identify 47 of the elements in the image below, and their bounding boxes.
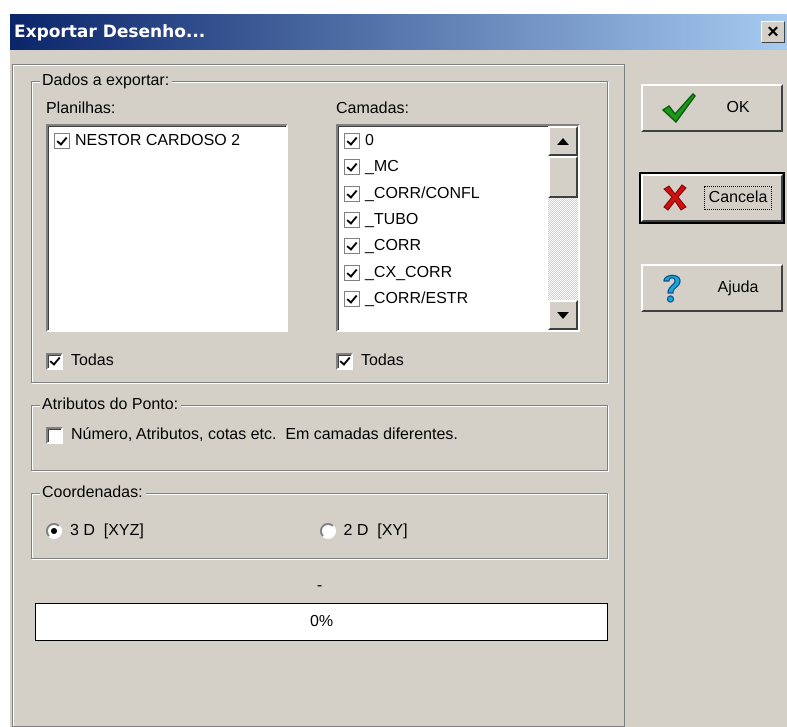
checkbox-label: _MC: [365, 158, 399, 176]
checkbox-label: 0: [365, 132, 374, 150]
radio-label: 2 D [XY]: [344, 522, 408, 540]
cancel-button[interactable]: Cancela: [641, 174, 783, 222]
checkbox[interactable]: [344, 133, 360, 150]
checkbox-label: Todas: [71, 352, 114, 370]
window-title: Exportar Desenho...: [14, 22, 206, 42]
radio-button[interactable]: [320, 523, 336, 539]
checkbox[interactable]: [46, 352, 63, 370]
list-label: Camadas:: [336, 100, 410, 118]
checkbox[interactable]: [336, 352, 353, 370]
checkbox-label: _CORR: [365, 237, 422, 256]
checkbox-label: Número, Atributos, cotas etc. Em camadas diferentes.: [71, 426, 458, 444]
scroll-thumb[interactable]: [548, 156, 578, 198]
checkbox[interactable]: [344, 238, 360, 254]
progress-text: 0%: [310, 613, 334, 631]
cross-icon: [661, 184, 689, 212]
checkbox[interactable]: [344, 159, 360, 176]
radio-button[interactable]: [46, 523, 62, 539]
checkbox-label: Todas: [361, 352, 404, 370]
down-arrow-icon: [557, 312, 569, 318]
radio-label: 3 D [XYZ]: [70, 522, 144, 540]
checkmark-icon: [661, 92, 697, 124]
checkbox[interactable]: [54, 133, 70, 150]
scroll-down-button[interactable]: [548, 300, 578, 330]
scrollbar[interactable]: [548, 126, 578, 330]
checkbox-label: _CORR/ESTR: [365, 290, 468, 308]
list-box[interactable]: 0 _MC _CORR/CONFL _TUBO _CORR _CX_CORR _CORR/ESTR: [336, 124, 580, 332]
help-button[interactable]: Ajuda: [641, 264, 783, 312]
list-label: Planilhas:: [46, 100, 116, 118]
question-mark-icon: [661, 272, 683, 304]
close-button[interactable]: ×: [761, 21, 785, 43]
checkbox-label: _TUBO: [365, 211, 418, 230]
ok-button[interactable]: OK: [641, 84, 783, 132]
checkbox[interactable]: [46, 426, 63, 444]
up-arrow-icon: [557, 138, 569, 144]
checkbox[interactable]: [344, 186, 360, 202]
checkbox-label: NESTOR CARDOSO 2: [75, 132, 240, 150]
checkbox-label: _CORR/CONFL: [365, 184, 480, 203]
status-text: -: [316, 577, 324, 595]
checkbox[interactable]: [344, 264, 360, 281]
scroll-up-button[interactable]: [548, 126, 578, 156]
group-title: Dados a exportar:: [40, 72, 172, 90]
checkbox[interactable]: [344, 212, 360, 228]
list-box[interactable]: NESTOR CARDOSO 2: [46, 124, 288, 332]
checkbox[interactable]: [344, 290, 360, 307]
checkbox-label: _CX_CORR: [365, 264, 452, 282]
